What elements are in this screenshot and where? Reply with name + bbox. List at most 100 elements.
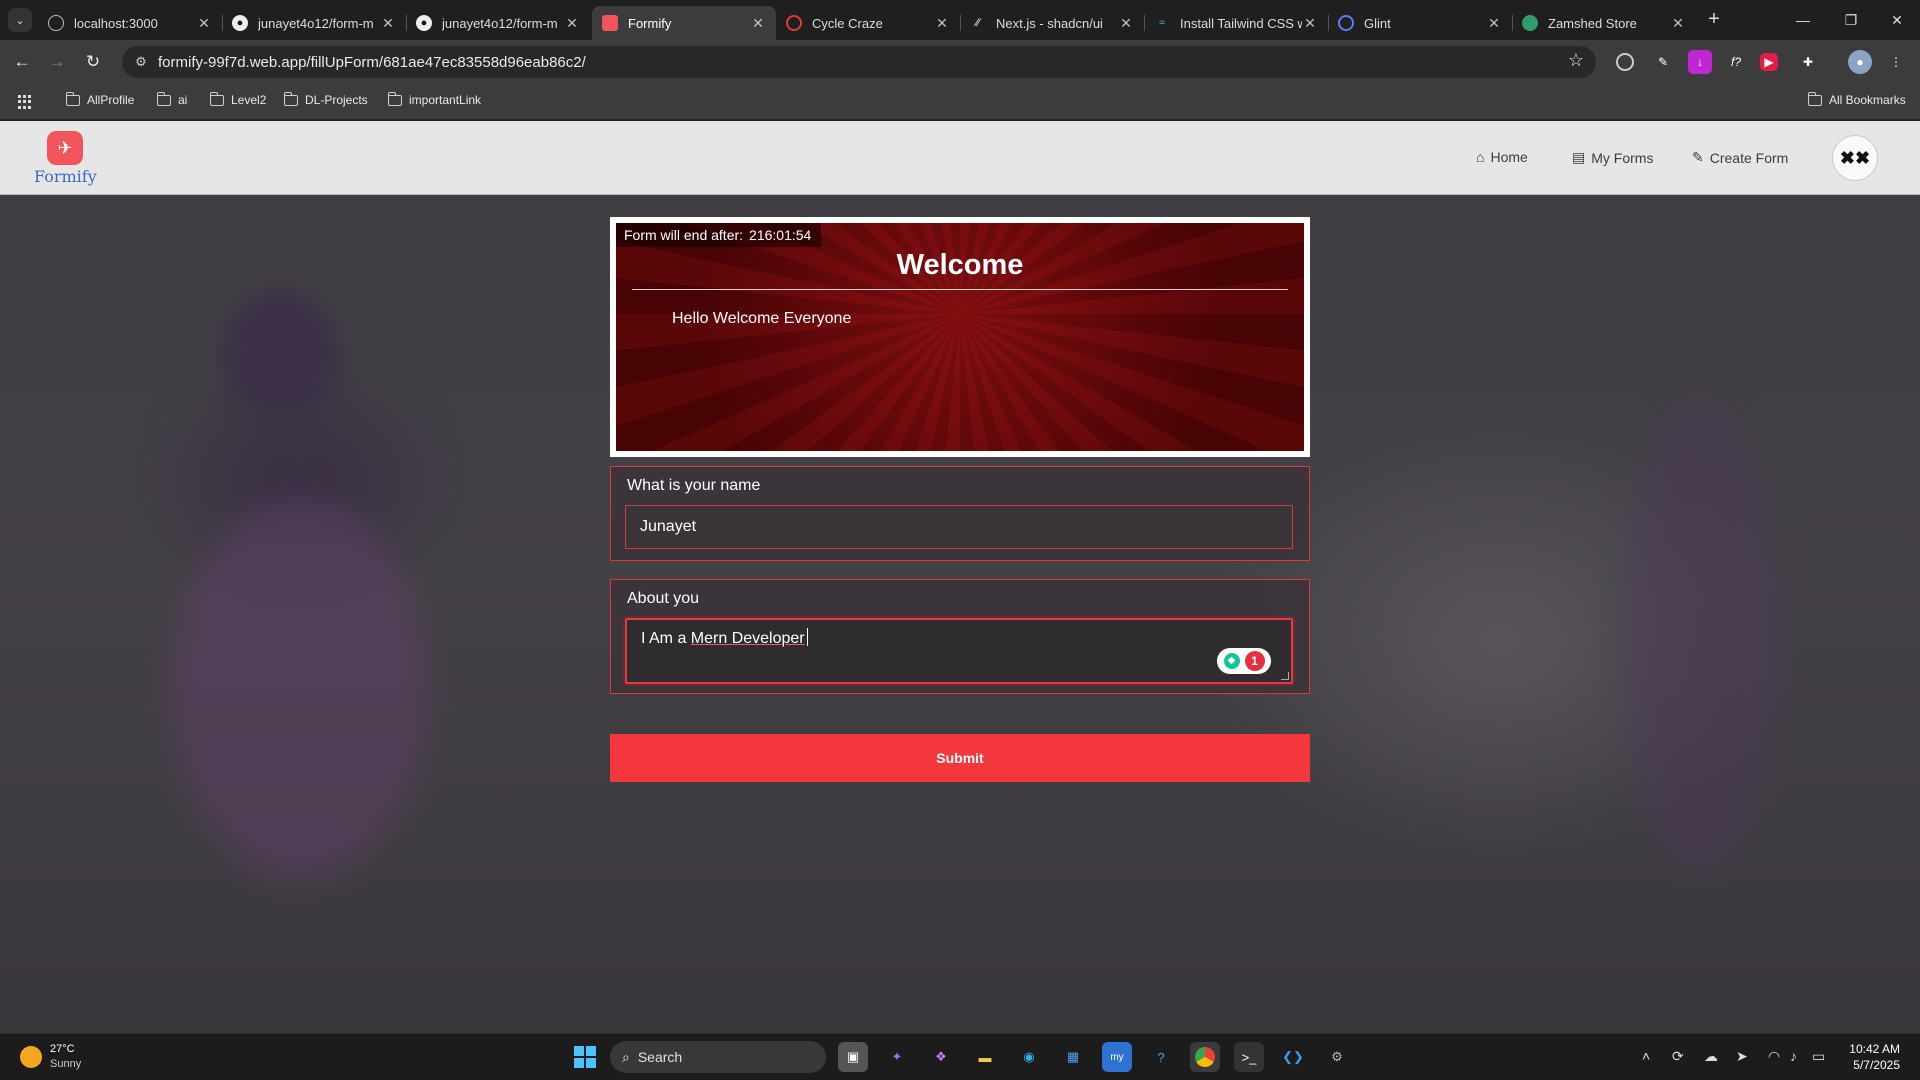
folder-icon <box>283 91 298 106</box>
site-logo[interactable]: ✈ Formify <box>34 131 97 186</box>
nav-home[interactable]: ⌂ Home <box>1476 149 1528 165</box>
reload-button[interactable]: ↻ <box>79 48 107 76</box>
weather-widget[interactable]: 27°C Sunny <box>50 1042 81 1072</box>
new-tab-button[interactable]: + <box>1702 8 1726 32</box>
font-extension-icon[interactable]: f? <box>1724 50 1748 74</box>
windows-start-icon[interactable] <box>570 1042 600 1072</box>
address-bar[interactable]: ⚙ formify-99f7d.web.app/fillUpForm/681ae… <box>122 46 1596 78</box>
github-icon: ● <box>232 15 248 31</box>
edit-icon: ✎ <box>1692 149 1704 165</box>
close-icon[interactable]: ✕ <box>196 15 212 32</box>
question-label: What is your name <box>627 477 761 494</box>
vscode-icon[interactable]: ❮❯ <box>1278 1042 1308 1072</box>
close-icon[interactable]: ✕ <box>1118 15 1134 32</box>
onedrive-icon[interactable]: ☁ <box>1704 1048 1718 1065</box>
wifi-icon[interactable]: ◠ <box>1768 1048 1780 1065</box>
submit-button[interactable]: Submit <box>610 734 1310 782</box>
folder-icon <box>387 91 402 106</box>
location-icon[interactable]: ➤ <box>1736 1048 1748 1065</box>
close-icon[interactable]: ✕ <box>1486 15 1502 32</box>
back-button[interactable]: ← <box>8 48 36 76</box>
tab-glint[interactable]: Glint ✕ <box>1328 6 1513 40</box>
browser-menu-icon[interactable]: ⋮ <box>1884 50 1908 74</box>
teams-icon[interactable]: ✦ <box>882 1042 912 1072</box>
task-view-icon[interactable]: ▣ <box>838 1042 868 1072</box>
terminal-icon[interactable]: >_ <box>1234 1042 1264 1072</box>
form-timer: Form will end after: 216:01:54 <box>616 223 822 247</box>
folder-icon <box>1807 91 1822 106</box>
page-viewport: ✈ Formify ⌂ Home ▤ My Forms ✎ Create Form ✖… <box>0 121 1920 1033</box>
tab-formify[interactable]: Formify ✕ <box>592 6 776 40</box>
background-blur <box>1620 401 1780 871</box>
tray-overflow-icon[interactable]: ˄ <box>1642 1048 1650 1064</box>
download-extension-icon[interactable]: ↓ <box>1688 50 1712 74</box>
bookmark-importantlink[interactable]: importantLink <box>387 91 481 107</box>
volume-icon[interactable]: ♪ <box>1790 1048 1797 1064</box>
sync-icon[interactable]: ⟳ <box>1672 1048 1684 1065</box>
close-icon[interactable]: ✕ <box>1302 15 1318 32</box>
close-icon[interactable]: ✕ <box>564 15 580 32</box>
extensions-puzzle-icon[interactable]: ✚ <box>1796 50 1820 74</box>
nav-create-form[interactable]: ✎ Create Form <box>1692 149 1788 166</box>
nav-my-forms[interactable]: ▤ My Forms <box>1572 149 1653 166</box>
folder-icon <box>156 91 171 106</box>
site-info-icon[interactable]: ⚙ <box>132 53 150 71</box>
close-icon[interactable]: ✕ <box>750 15 766 32</box>
user-avatar[interactable]: ✖✖ <box>1832 135 1878 181</box>
eyedropper-icon[interactable]: ✎ <box>1651 50 1675 74</box>
tab-search-button[interactable]: ⌄ <box>8 8 32 32</box>
battery-icon[interactable]: ▭ <box>1812 1048 1825 1065</box>
window-close-button[interactable]: ✕ <box>1874 0 1920 40</box>
mysql-workbench-icon[interactable]: my <box>1102 1042 1132 1072</box>
bookmark-level2[interactable]: Level2 <box>209 91 266 107</box>
tab-tailwind[interactable]: ≈ Install Tailwind CSS w ✕ <box>1144 6 1329 40</box>
minimize-button[interactable]: — <box>1780 0 1826 40</box>
extension-target-icon[interactable] <box>1616 53 1634 71</box>
url-text[interactable]: formify-99f7d.web.app/fillUpForm/681ae47… <box>158 54 586 71</box>
restore-button[interactable]: ❐ <box>1828 0 1874 40</box>
form-description: Hello Welcome Everyone <box>672 310 852 327</box>
close-icon[interactable]: ✕ <box>1670 15 1686 32</box>
file-explorer-icon[interactable]: ▬ <box>970 1042 1000 1072</box>
system-clock[interactable]: 10:42 AM 5/7/2025 <box>1832 1041 1900 1073</box>
bookmark-star-icon[interactable]: ☆ <box>1568 50 1584 71</box>
browser-toolbar: ← → ↻ ⚙ formify-99f7d.web.app/fillUpForm… <box>0 40 1920 84</box>
about-textarea[interactable]: I Am a Mern Developer ◆ 1 <box>625 618 1293 684</box>
profile-avatar-icon[interactable]: ● <box>1848 50 1872 74</box>
formify-icon <box>602 15 618 31</box>
all-bookmarks[interactable]: All Bookmarks <box>1807 91 1906 107</box>
chrome-icon[interactable] <box>1190 1042 1220 1072</box>
settings-gear-icon[interactable]: ⚙ <box>1322 1042 1352 1072</box>
edge-icon[interactable]: ◉ <box>1014 1042 1044 1072</box>
copilot-icon[interactable]: ❖ <box>926 1042 956 1072</box>
bookmark-ai[interactable]: ai <box>156 91 187 107</box>
tab-cycle-craze[interactable]: Cycle Craze ✕ <box>776 6 961 40</box>
help-icon[interactable]: ? <box>1146 1042 1176 1072</box>
bookmark-dl-projects[interactable]: DL-Projects <box>283 91 368 107</box>
tab-github-2[interactable]: ● junayet4o12/form-m ✕ <box>406 6 590 40</box>
tab-localhost[interactable]: localhost:3000 ✕ <box>38 6 223 40</box>
name-input[interactable] <box>625 505 1293 549</box>
resize-handle[interactable] <box>1281 672 1289 680</box>
store-icon <box>1522 15 1538 31</box>
question-card-about: About you I Am a Mern Developer ◆ 1 <box>610 579 1310 694</box>
grammarly-count-badge: 1 <box>1244 651 1265 671</box>
close-icon[interactable]: ✕ <box>380 15 396 32</box>
red-extension-icon[interactable]: ▶ <box>1760 53 1778 71</box>
globe-icon <box>48 15 64 31</box>
form-title: Welcome <box>896 249 1024 281</box>
folder-icon <box>65 91 80 106</box>
grammarly-widget[interactable]: ◆ 1 <box>1217 648 1271 674</box>
close-icon[interactable]: ✕ <box>934 15 950 32</box>
forward-button[interactable]: → <box>43 48 71 76</box>
tab-shadcn[interactable]: ⁄⁄ Next.js - shadcn/ui ✕ <box>960 6 1145 40</box>
browser-tab-strip: ⌄ localhost:3000 ✕ ● junayet4o12/form-m … <box>0 0 1920 40</box>
sun-icon[interactable] <box>20 1046 42 1068</box>
bookmark-allprofile[interactable]: AllProfile <box>65 91 134 107</box>
apps-grid-icon[interactable] <box>18 95 32 109</box>
tab-github-1[interactable]: ● junayet4o12/form-m ✕ <box>222 6 407 40</box>
tab-zamshed-store[interactable]: Zamshed Store ✕ <box>1512 6 1696 40</box>
taskbar-search[interactable]: ⌕ Search <box>610 1041 826 1073</box>
background-blur <box>220 291 340 411</box>
store-icon[interactable]: ▦ <box>1058 1042 1088 1072</box>
